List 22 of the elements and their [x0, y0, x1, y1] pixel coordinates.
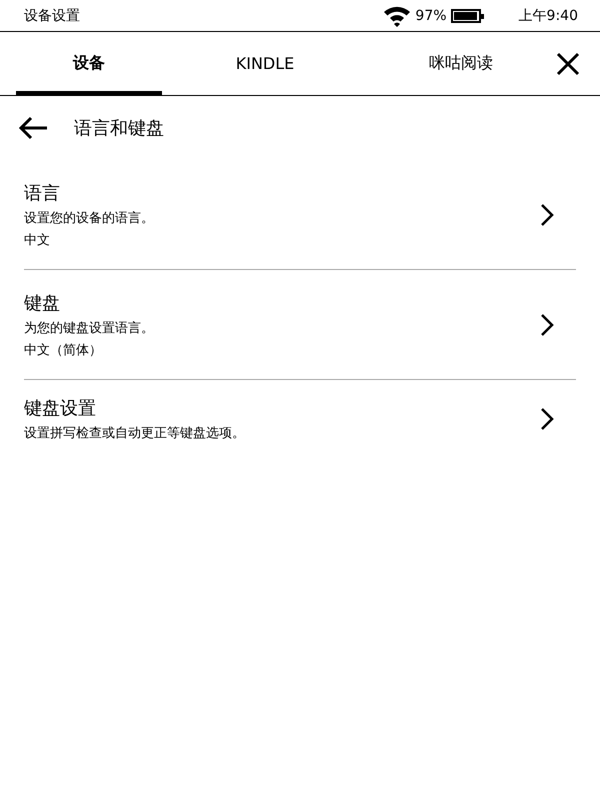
- battery-percent: 97%: [415, 8, 447, 24]
- back-arrow-icon[interactable]: [18, 116, 48, 140]
- wifi-icon: [383, 4, 412, 26]
- clock: 上午9:40: [518, 6, 578, 24]
- close-icon[interactable]: [556, 52, 580, 76]
- setting-description: 设置拼写检查或自动更正等键盘选项。: [24, 425, 246, 442]
- setting-title[interactable]: 语言: [24, 180, 540, 204]
- setting-title[interactable]: 键盘: [24, 290, 540, 314]
- setting-description: 设置您的设备的语言。: [24, 210, 155, 226]
- tab[interactable]: 咪咕阅读: [388, 32, 534, 95]
- screen-title: 设备设置: [24, 6, 81, 24]
- chevron-right-icon[interactable]: [540, 408, 554, 430]
- battery-icon: [450, 8, 481, 22]
- tab[interactable]: 设备: [16, 32, 162, 95]
- setting-value: 中文: [24, 232, 51, 248]
- chevron-right-icon[interactable]: [540, 204, 554, 226]
- tab[interactable]: KINDLE: [192, 32, 338, 95]
- setting-title[interactable]: 键盘设置: [24, 396, 540, 420]
- setting-description: 为您的键盘设置语言。: [24, 320, 155, 336]
- chevron-right-icon[interactable]: [540, 314, 554, 336]
- page-title: 语言和键盘: [74, 117, 164, 140]
- setting-value: 中文（简体）: [24, 342, 103, 358]
